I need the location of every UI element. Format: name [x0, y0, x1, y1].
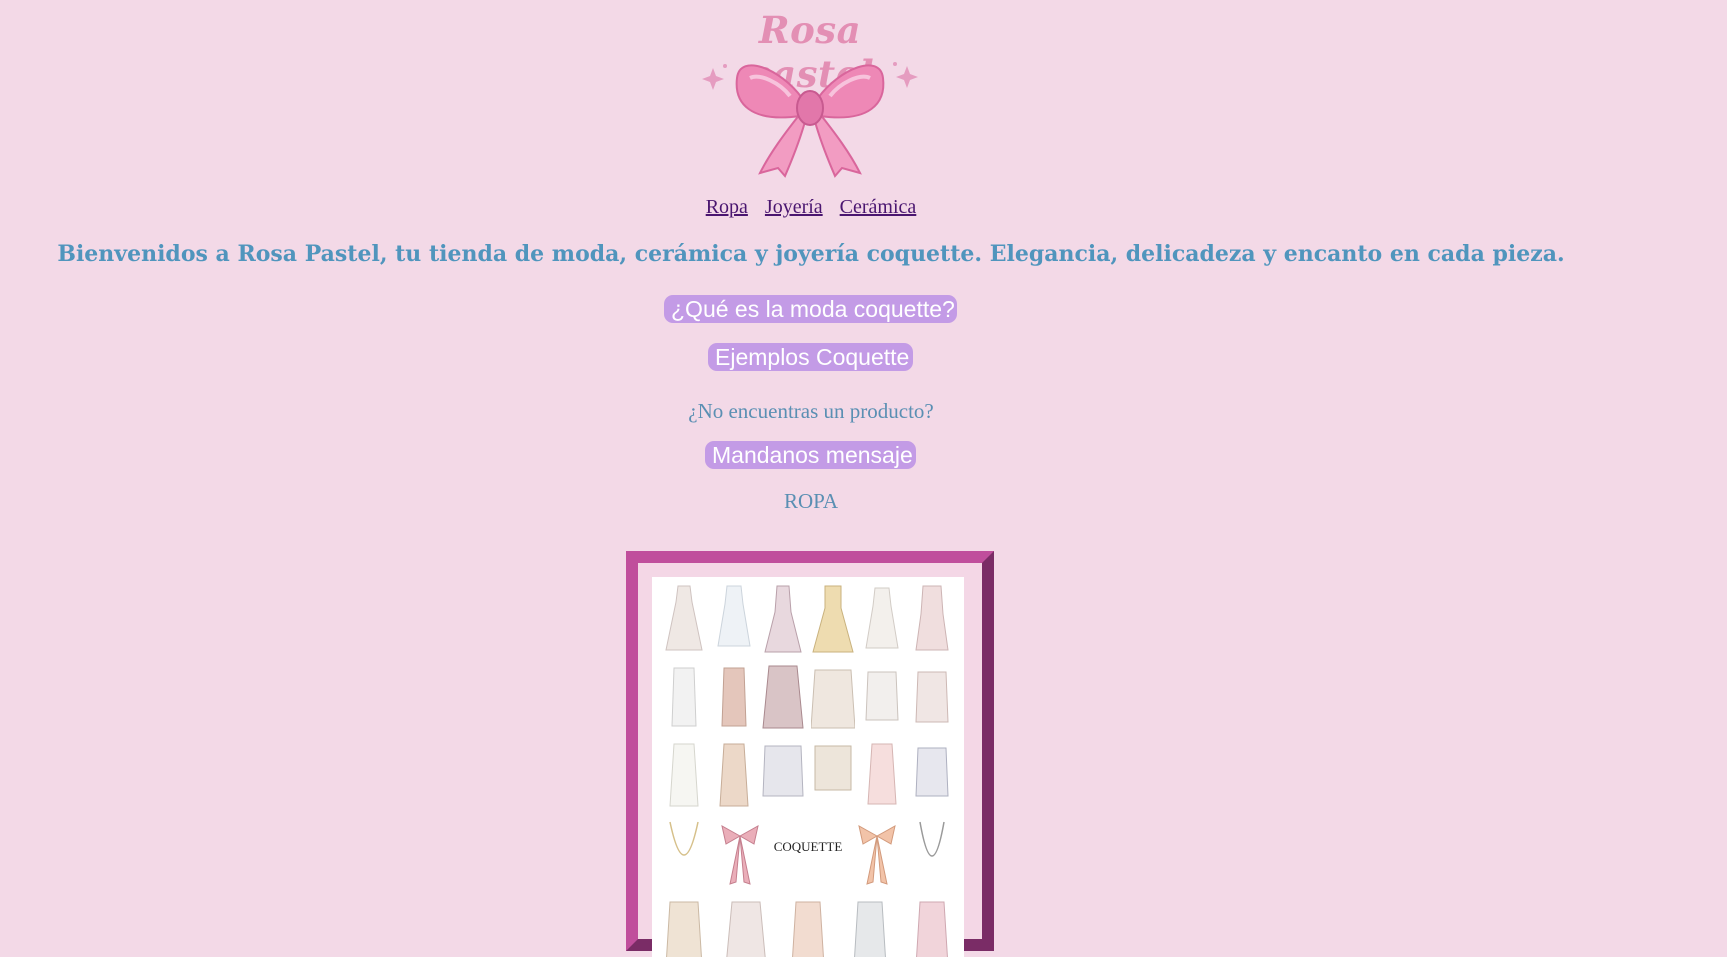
welcome-heading: Bienvenidos a Rosa Pastel, tu tienda de … — [57, 241, 1565, 267]
site-logo[interactable]: Rosa pastel — [690, 8, 930, 178]
coquette-label: COQUETTE — [773, 839, 843, 854]
grey-cardigan-icon — [762, 745, 804, 797]
blouses-row — [662, 739, 954, 811]
skirts-row — [662, 895, 954, 957]
pink-skirt-icon — [916, 901, 948, 957]
main-nav: Ropa Joyería Cerámica — [0, 196, 1622, 219]
pink-dress-icon — [915, 585, 949, 651]
sequin-skirt-icon — [666, 901, 702, 957]
tan-cami-icon — [721, 667, 747, 727]
grey-skirt-icon — [854, 901, 886, 957]
yellow-floral-dress-icon — [812, 585, 854, 653]
ivory-cami-icon — [669, 743, 699, 807]
cropped-cardigan-icon — [814, 745, 852, 791]
nav-link-ropa[interactable]: Ropa — [706, 196, 748, 218]
white-dress-icon — [717, 585, 751, 647]
floral-top-icon — [915, 747, 949, 797]
send-message-button[interactable]: Mandanos mensaje — [705, 441, 916, 469]
clothing-collage-image[interactable]: COQUETTE — [652, 577, 964, 957]
nav-link-joyeria[interactable]: Joyería — [765, 196, 823, 218]
corset-top-icon — [865, 671, 899, 721]
product-question-text: ¿No encuentras un producto? — [688, 399, 934, 423]
tops-row — [662, 661, 954, 733]
coquette-examples-button[interactable]: Ejemplos Coquette — [708, 343, 913, 371]
lace-skirt-icon — [792, 901, 824, 957]
white-cami-icon — [671, 667, 697, 727]
section-title: ROPA — [783, 489, 839, 513]
pink-bow-icon — [702, 62, 918, 178]
satin-slip-dress-icon — [764, 585, 802, 653]
clothing-image-frame: COQUETTE — [626, 551, 994, 957]
pink-slip-top-icon — [867, 743, 897, 805]
floral-dress-icon — [665, 585, 703, 651]
dress-row — [662, 583, 954, 655]
lace-mini-dress-icon — [865, 587, 899, 649]
clothing-grid — [662, 583, 954, 957]
mauve-blouse-icon — [762, 665, 804, 729]
nav-link-ceramica[interactable]: Cerámica — [840, 196, 917, 218]
ruffle-skirt-icon — [726, 901, 766, 957]
cream-longsleeve-icon — [810, 669, 855, 729]
beige-cami-icon — [719, 743, 749, 807]
rose-bustier-icon — [915, 671, 949, 723]
what-is-coquette-button[interactable]: ¿Qué es la moda coquette? — [664, 295, 957, 323]
